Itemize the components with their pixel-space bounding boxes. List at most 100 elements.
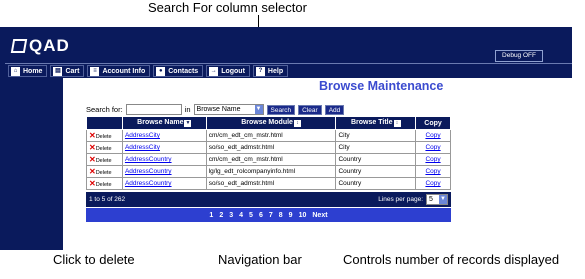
- copy-link[interactable]: Copy: [425, 132, 440, 139]
- next-page-link[interactable]: Next: [312, 212, 327, 219]
- delete-x-icon[interactable]: ✕: [89, 167, 96, 176]
- col-copy-header: Copy: [415, 116, 451, 130]
- browse-name-cell[interactable]: AddressCity: [121, 129, 207, 142]
- in-label: in: [184, 105, 191, 114]
- page-title: Browse Maintenance: [319, 79, 444, 93]
- delete-x-icon[interactable]: ✕: [89, 179, 96, 188]
- header-label: Browse Name: [137, 119, 184, 126]
- delete-cell[interactable]: ✕Delete: [86, 129, 123, 142]
- browse-name-cell[interactable]: AddressCountry: [121, 153, 207, 166]
- browse-name-link[interactable]: AddressCountry: [125, 168, 172, 175]
- browse-title-cell: City: [335, 129, 417, 142]
- sort-icon[interactable]: ↕: [393, 120, 401, 127]
- table-row: ✕Delete AddressCity so/so_edt_admstr.htm…: [86, 141, 451, 154]
- search-button[interactable]: Search: [266, 104, 296, 115]
- delete-link[interactable]: Delete: [96, 134, 112, 140]
- browse-title-cell: Country: [335, 165, 417, 178]
- delete-link[interactable]: Delete: [96, 182, 112, 188]
- per-page-label: Lines per page:: [378, 196, 423, 203]
- add-button[interactable]: Add: [324, 104, 345, 115]
- chevron-down-icon: ▼: [254, 105, 263, 114]
- browse-name-cell[interactable]: AddressCity: [121, 141, 207, 154]
- chevron-down-icon: ▼: [439, 195, 447, 204]
- copy-cell[interactable]: Copy: [415, 129, 451, 142]
- search-column-select[interactable]: Browse Name ▼: [193, 104, 264, 115]
- nav-contacts[interactable]: ● Contacts: [153, 65, 204, 77]
- page-link[interactable]: 3: [229, 212, 233, 219]
- delete-x-icon[interactable]: ✕: [89, 143, 96, 152]
- browse-title-cell: Country: [335, 153, 417, 166]
- browse-title-cell: City: [335, 141, 417, 154]
- callout-search-column: Search For column selector: [148, 0, 307, 15]
- page-link[interactable]: 5: [249, 212, 253, 219]
- browse-module-cell: so/so_edt_admstr.html: [205, 141, 337, 154]
- page-link[interactable]: 9: [289, 212, 293, 219]
- page-link[interactable]: 2: [219, 212, 223, 219]
- logo-icon: [10, 39, 28, 53]
- clear-button[interactable]: Clear: [298, 104, 322, 115]
- delete-x-icon[interactable]: ✕: [89, 155, 96, 164]
- contacts-icon: ●: [156, 66, 166, 76]
- nav-logout[interactable]: → Logout: [206, 65, 250, 77]
- search-column-value: Browse Name: [196, 106, 241, 113]
- search-row: Search for: in Browse Name ▼ Search Clear…: [86, 104, 345, 115]
- delete-link[interactable]: Delete: [96, 170, 112, 176]
- search-label: Search for:: [86, 105, 123, 114]
- col-browse-title-header[interactable]: Browse Title ↕: [335, 116, 417, 130]
- top-nav: ⌂ Home ▤ Cart ≡ Account Info ● Contacts → Log…: [5, 63, 572, 78]
- delete-x-icon[interactable]: ✕: [89, 131, 96, 140]
- browse-name-link[interactable]: AddressCountry: [125, 180, 172, 187]
- sort-icon[interactable]: ▼: [184, 120, 192, 127]
- home-icon: ⌂: [11, 66, 20, 76]
- copy-cell[interactable]: Copy: [415, 165, 451, 178]
- col-browse-module-header[interactable]: Browse Module ↕: [205, 116, 337, 130]
- header-label: Browse Title: [351, 119, 393, 126]
- delete-cell[interactable]: ✕Delete: [86, 141, 123, 154]
- copy-link[interactable]: Copy: [425, 180, 440, 187]
- per-page-select[interactable]: 5 ▼: [426, 194, 448, 205]
- delete-link[interactable]: Delete: [96, 158, 112, 164]
- copy-link[interactable]: Copy: [425, 144, 440, 151]
- page-link[interactable]: 1: [209, 212, 213, 219]
- copy-cell[interactable]: Copy: [415, 153, 451, 166]
- logout-icon: →: [209, 66, 219, 76]
- delete-cell[interactable]: ✕Delete: [86, 165, 123, 178]
- browse-module-cell: cm/cm_edt_cm_mstr.html: [205, 153, 337, 166]
- copy-link[interactable]: Copy: [425, 168, 440, 175]
- callout-delete: Click to delete: [53, 252, 135, 267]
- browse-name-link[interactable]: AddressCity: [125, 132, 160, 139]
- copy-link[interactable]: Copy: [425, 156, 440, 163]
- delete-cell[interactable]: ✕Delete: [86, 177, 123, 190]
- table-row: ✕Delete AddressCountry lg/lg_edt_rolcomp…: [86, 165, 451, 178]
- nav-home[interactable]: ⌂ Home: [8, 65, 48, 77]
- per-page-control: Lines per page: 5 ▼: [378, 194, 448, 205]
- browse-name-link[interactable]: AddressCountry: [125, 156, 172, 163]
- page-link[interactable]: 10: [299, 212, 307, 219]
- page-link[interactable]: 8: [279, 212, 283, 219]
- page-link[interactable]: 4: [239, 212, 243, 219]
- nav-label: Home: [23, 67, 43, 75]
- browse-table: Browse Name ▼ Browse Module ↕ Browse Title…: [86, 116, 451, 190]
- browse-module-cell: cm/cm_edt_cm_mstr.html: [205, 129, 337, 142]
- page-link[interactable]: 7: [269, 212, 273, 219]
- col-browse-name-header[interactable]: Browse Name ▼: [121, 116, 207, 130]
- sort-icon[interactable]: ↕: [293, 120, 301, 127]
- page-link[interactable]: 6: [259, 212, 263, 219]
- nav-label: Account Info: [102, 67, 146, 75]
- qad-logo: QAD: [10, 36, 70, 56]
- debug-button[interactable]: Debug OFF: [495, 50, 543, 62]
- delete-cell[interactable]: ✕Delete: [86, 153, 123, 166]
- nav-account-info[interactable]: ≡ Account Info: [87, 65, 151, 77]
- nav-cart[interactable]: ▤ Cart: [50, 65, 85, 77]
- table-row: ✕Delete AddressCity cm/cm_edt_cm_mstr.ht…: [86, 129, 451, 142]
- table-row: ✕Delete AddressCountry cm/cm_edt_cm_mstr…: [86, 153, 451, 166]
- nav-help[interactable]: ? Help: [252, 65, 289, 77]
- browse-name-cell[interactable]: AddressCountry: [121, 177, 207, 190]
- browse-name-cell[interactable]: AddressCountry: [121, 165, 207, 178]
- search-input[interactable]: [125, 104, 182, 115]
- browse-name-link[interactable]: AddressCity: [125, 144, 160, 151]
- copy-cell[interactable]: Copy: [415, 177, 451, 190]
- header-label: Browse Module: [241, 119, 293, 126]
- delete-link[interactable]: Delete: [96, 146, 112, 152]
- copy-cell[interactable]: Copy: [415, 141, 451, 154]
